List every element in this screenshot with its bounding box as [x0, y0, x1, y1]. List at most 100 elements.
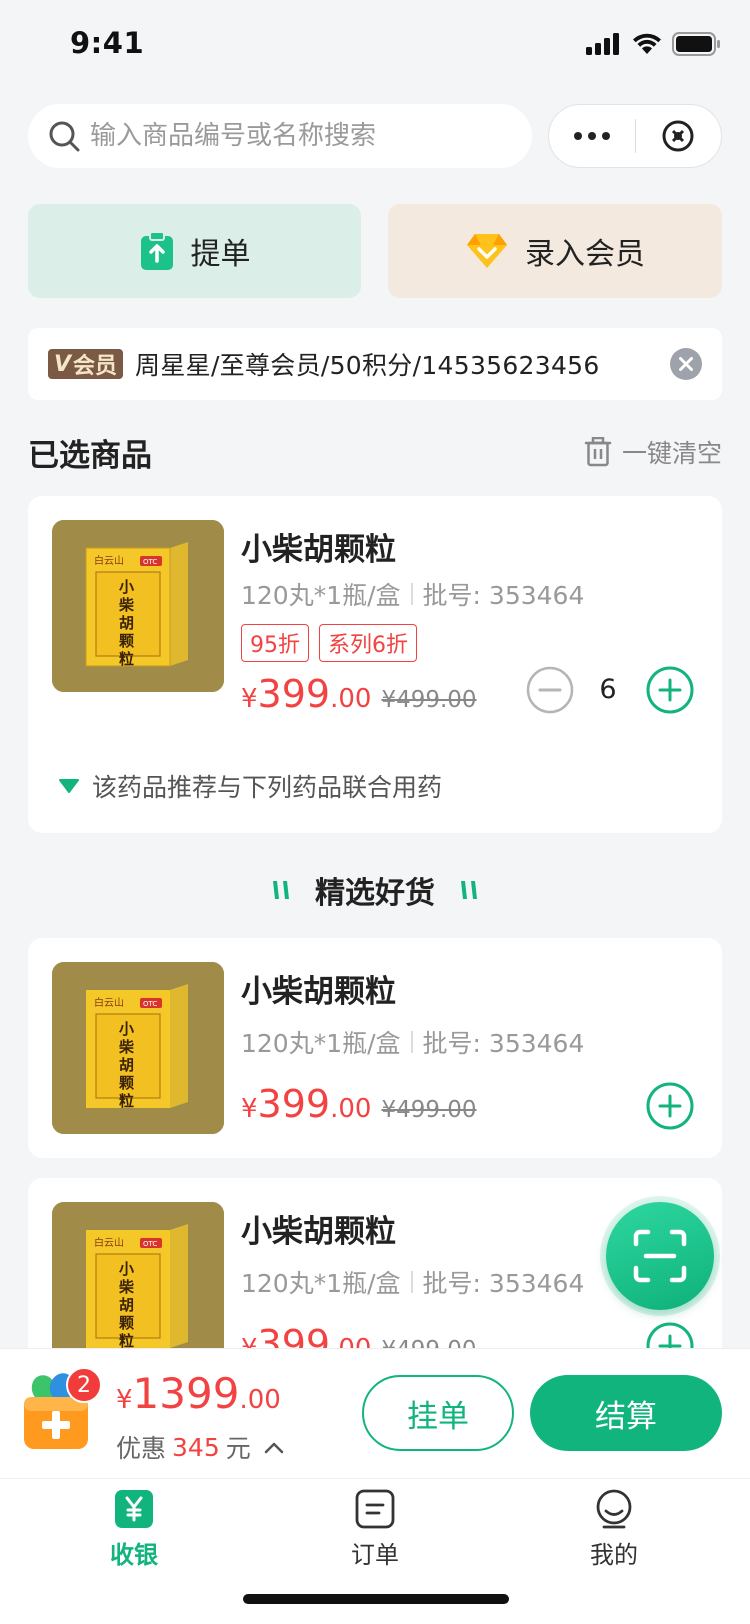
product-spec-text: 120丸*1瓶/盒	[241, 1029, 401, 1058]
mini-program-capsule	[548, 104, 722, 168]
product-price: ¥ 399 .00 ¥499.00	[241, 1082, 477, 1126]
product-price: ¥ 399 .00 ¥499.00	[241, 672, 477, 716]
add-to-cart-button[interactable]	[646, 1082, 694, 1130]
picks-section-title: 精选好货	[0, 868, 750, 912]
wifi-icon	[633, 33, 661, 54]
quantity-value[interactable]: 6	[588, 674, 628, 705]
product-spec: 120丸*1瓶/盒 批号: 353464	[241, 576, 584, 612]
product-image[interactable]: 白云山 OTC 小 柴 胡 颗 粒	[52, 520, 224, 692]
decrease-quantity-button[interactable]	[526, 666, 574, 714]
tab-cashier[interactable]: 收银	[54, 1489, 214, 1570]
order-icon	[355, 1489, 395, 1529]
combo-recommend-text: 该药品推荐与下列药品联合用药	[92, 773, 443, 802]
plus-circle-icon	[646, 666, 694, 714]
cashier-icon	[115, 1490, 153, 1528]
status-bar: 9:41	[0, 0, 750, 88]
search-row	[28, 104, 722, 168]
product-name: 小柴胡颗粒	[241, 1214, 396, 1250]
product-spec: 120丸*1瓶/盒 批号: 353464	[241, 1024, 584, 1060]
medicine-box-image: 白云山 OTC 小 柴 胡 颗 粒	[52, 520, 224, 692]
vip-v-icon: V	[54, 351, 72, 377]
product-batch: 批号: 353464	[422, 1029, 585, 1058]
box-char: 粒	[119, 1092, 134, 1110]
box-char: 小	[119, 578, 134, 596]
box-char: 小	[119, 1020, 134, 1038]
product-name: 小柴胡颗粒	[241, 532, 396, 568]
discount-label: 优惠	[116, 1434, 167, 1463]
pick-product-card[interactable]: 白云山 OTC 小 柴 胡 颗 粒 小柴胡颗粒 120丸*1瓶/盒 批号: 35…	[28, 938, 722, 1158]
status-time: 9:41	[70, 26, 145, 60]
price-integer: 399	[257, 672, 331, 716]
scan-button[interactable]	[600, 1196, 720, 1316]
box-char: 颗	[119, 1314, 134, 1332]
box-char: 柴	[118, 1038, 135, 1056]
profile-icon	[596, 1489, 632, 1529]
discount-detail-toggle[interactable]: 优惠 345 元	[116, 1429, 285, 1465]
spec-separator	[410, 1271, 413, 1293]
product-spec-text: 120丸*1瓶/盒	[241, 581, 401, 610]
selected-section-header: 已选商品 一键清空	[28, 430, 722, 474]
search-box[interactable]	[28, 104, 532, 168]
close-button[interactable]	[636, 104, 722, 168]
upload-clipboard-icon	[140, 231, 173, 270]
chevron-up-icon	[264, 1442, 283, 1454]
status-icons	[586, 32, 722, 56]
search-icon	[49, 121, 80, 152]
trash-icon	[584, 437, 612, 467]
box-char: 胡	[119, 1056, 134, 1074]
tab-orders-label: 订单	[351, 1541, 399, 1569]
tab-profile-label: 我的	[590, 1541, 638, 1569]
product-batch: 批号: 353464	[422, 1269, 585, 1298]
discount-tag: 系列6折	[319, 624, 417, 662]
search-input[interactable]	[90, 121, 510, 151]
enter-member-button[interactable]: 录入会员	[388, 204, 722, 298]
more-button[interactable]	[549, 104, 635, 168]
price-integer: 399	[257, 1082, 331, 1126]
hold-order-button[interactable]: 挂单	[362, 1375, 514, 1451]
member-bar: V 会员 周星星/至尊会员/50积分/14535623456	[28, 328, 722, 400]
tab-orders[interactable]: 订单	[295, 1489, 455, 1570]
home-indicator	[243, 1594, 509, 1604]
enter-member-label: 录入会员	[525, 237, 645, 272]
increase-quantity-button[interactable]	[646, 666, 694, 714]
original-price: ¥499.00	[381, 687, 477, 713]
selected-product-card: 白云山 OTC 小 柴 胡 颗 粒 小柴胡颗粒 120丸*1瓶/盒 批号: 35…	[28, 496, 722, 833]
more-icon	[573, 132, 610, 140]
selected-title: 已选商品	[28, 437, 152, 474]
medicine-box-image: 白云山 OTC 小 柴 胡 颗 粒	[52, 962, 224, 1134]
price-currency: ¥	[241, 1094, 258, 1124]
price-currency: ¥	[241, 684, 258, 714]
triangle-down-icon	[59, 779, 79, 793]
box-otc: OTC	[143, 1240, 157, 1248]
product-name: 小柴胡颗粒	[241, 974, 396, 1010]
plus-circle-icon	[646, 1082, 694, 1130]
battery-icon	[672, 32, 720, 56]
vip-badge: V 会员	[48, 349, 124, 379]
combo-recommend-toggle[interactable]: 该药品推荐与下列药品联合用药	[58, 768, 442, 804]
box-otc: OTC	[143, 558, 157, 566]
box-brand: 白云山	[94, 554, 124, 567]
price-decimal: .00	[330, 1094, 372, 1124]
box-char: 颗	[119, 1074, 134, 1092]
checkout-button[interactable]: 结算	[530, 1375, 722, 1451]
box-char: 柴	[118, 1278, 135, 1296]
submit-order-button[interactable]: 提单	[28, 204, 361, 298]
total-decimal: .00	[239, 1385, 281, 1415]
clear-member-icon[interactable]	[670, 348, 702, 380]
quote-left-icon	[273, 881, 289, 899]
box-char: 胡	[119, 1296, 134, 1314]
box-otc: OTC	[143, 1000, 157, 1008]
box-brand: 白云山	[94, 1236, 124, 1249]
clear-all-button[interactable]: 一键清空	[584, 434, 722, 470]
total-currency: ¥	[116, 1385, 133, 1415]
vip-tag-label: 会员	[73, 354, 118, 379]
box-char: 胡	[119, 614, 134, 632]
price-decimal: .00	[330, 684, 372, 714]
close-circle-icon	[662, 120, 694, 152]
box-char: 柴	[118, 596, 135, 614]
product-batch: 批号: 353464	[422, 581, 585, 610]
tab-profile[interactable]: 我的	[534, 1489, 694, 1570]
quote-right-icon	[461, 881, 477, 899]
submit-order-label: 提单	[190, 237, 251, 272]
discount-unit: 元	[225, 1434, 251, 1463]
